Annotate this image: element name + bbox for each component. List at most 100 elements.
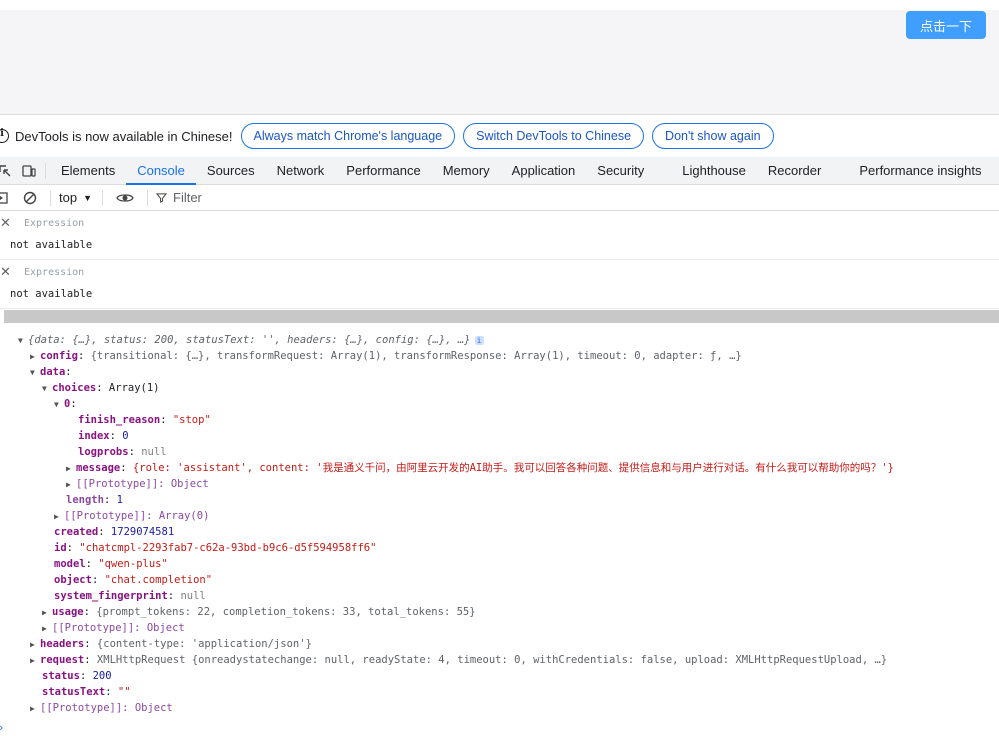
tab-performance-insights[interactable]: Performance insights xyxy=(848,157,992,184)
prop-value: {content-type: 'application/json'} xyxy=(96,638,312,650)
clear-console-icon[interactable] xyxy=(23,191,37,205)
console-prompt-icon[interactable]: › xyxy=(0,720,4,736)
infobar-message: DevTools is now available in Chinese! xyxy=(15,128,233,144)
tree-row-length: length: 1 xyxy=(66,494,123,506)
prop-key: length xyxy=(66,494,104,506)
prop-key: message xyxy=(76,462,121,474)
tree-row-prototype-array[interactable]: ▶ [[Prototype]]: Array(0) xyxy=(54,508,209,524)
info-badge-icon[interactable]: i xyxy=(474,336,484,345)
expand-triangle-icon[interactable]: ▶ xyxy=(66,477,76,493)
tab-network[interactable]: Network xyxy=(266,157,336,184)
tab-security[interactable]: Security xyxy=(586,157,655,184)
context-label: top xyxy=(59,190,78,205)
prototype-label: [[Prototype]]: Object xyxy=(40,702,173,714)
tree-row-index: index: 0 xyxy=(78,430,129,442)
tree-row-usage[interactable]: ▶ usage: {prompt_tokens: 22, completion_t… xyxy=(42,604,476,620)
prop-value: "qwen-plus" xyxy=(98,558,168,570)
tree-row-created: created: 1729074581 xyxy=(54,526,175,538)
tree-row-prototype-object[interactable]: ▶ [[Prototype]]: Object xyxy=(66,476,209,492)
context-selector[interactable]: top ▼ xyxy=(59,190,92,205)
prop-key: created xyxy=(54,526,99,538)
tree-row-choices[interactable]: ▼ choices: Array(1) xyxy=(42,380,160,396)
expand-triangle-icon[interactable]: ▶ xyxy=(42,621,52,637)
device-toolbar-icon[interactable] xyxy=(22,164,36,178)
prototype-label: [[Prototype]]: Array(0) xyxy=(64,510,210,522)
switch-to-chinese-button[interactable]: Switch DevTools to Chinese xyxy=(463,123,645,149)
prop-value: {prompt_tokens: 22, completion_tokens: 3… xyxy=(96,606,476,618)
tree-row-status-text: statusText: "" xyxy=(42,686,131,698)
prop-key: id xyxy=(54,542,67,554)
tree-row-status: status: 200 xyxy=(42,670,112,682)
expand-triangle-icon[interactable]: ▼ xyxy=(18,333,28,349)
tree-root-row[interactable]: ▼ {data: {…}, status: 200, statusText: ''… xyxy=(18,332,484,348)
resize-divider[interactable] xyxy=(4,310,999,323)
filter-placeholder: Filter xyxy=(173,190,202,205)
prop-value: "chatcmpl-2293fab7-c62a-93bd-b9c6-d5f594… xyxy=(79,542,377,554)
prop-key: index xyxy=(78,430,110,442)
prop-value: 0 xyxy=(122,430,129,442)
prop-value: "stop" xyxy=(172,414,211,426)
prop-key: config xyxy=(40,350,78,362)
prototype-label: [[Prototype]]: Object xyxy=(76,478,209,490)
tab-lighthouse[interactable]: Lighthouse xyxy=(671,157,757,184)
prop-key: logprobs xyxy=(78,446,129,458)
object-summary: {data: {…}, status: 200, statusText: '',… xyxy=(28,334,471,346)
toolbar-divider xyxy=(102,189,103,206)
console-toolbar: top ▼ Filter xyxy=(0,185,999,211)
expand-triangle-icon[interactable]: ▼ xyxy=(30,365,40,381)
prop-value: {role: 'assistant', content: '我是通义千问，由阿里… xyxy=(132,462,894,474)
expand-triangle-icon[interactable]: ▶ xyxy=(54,509,64,525)
filter-input[interactable]: Filter xyxy=(156,190,202,205)
tree-row-request[interactable]: ▶ request: XMLHttpRequest {onreadystatech… xyxy=(30,652,887,668)
expand-triangle-icon[interactable]: ▶ xyxy=(30,349,40,365)
expand-triangle-icon[interactable]: ▶ xyxy=(30,701,40,717)
tree-row-prototype-object[interactable]: ▶ [[Prototype]]: Object xyxy=(30,700,173,716)
prop-value: null xyxy=(180,590,206,602)
expand-triangle-icon[interactable]: ▶ xyxy=(30,653,40,669)
tree-row-config[interactable]: ▶ config: {transitional: {…}, transformRe… xyxy=(30,348,742,364)
tree-row-message[interactable]: ▶ message: {role: 'assistant', content: '… xyxy=(66,460,894,476)
tab-elements[interactable]: Elements xyxy=(50,157,126,184)
prop-value: "" xyxy=(117,686,131,698)
tab-recorder[interactable]: Recorder xyxy=(757,157,832,184)
toolbar-divider xyxy=(45,162,46,179)
live-expression-1: ✕ Expression not available xyxy=(0,211,999,260)
expression-input[interactable]: Expression xyxy=(24,267,84,278)
expression-input[interactable]: Expression xyxy=(24,218,84,229)
prop-key: finish_reason xyxy=(78,414,161,426)
prop-key: usage xyxy=(52,606,84,618)
expand-triangle-icon[interactable]: ▶ xyxy=(42,605,52,621)
click-button[interactable]: 点击一下 xyxy=(906,11,986,39)
close-icon[interactable]: ✕ xyxy=(0,215,11,231)
tree-row-prototype-object[interactable]: ▶ [[Prototype]]: Object xyxy=(42,620,185,636)
inspect-element-icon[interactable] xyxy=(0,164,12,178)
live-expression-eye-icon[interactable] xyxy=(116,191,134,205)
expand-triangle-icon[interactable]: ▼ xyxy=(54,397,64,413)
prop-key: object xyxy=(54,574,92,586)
expand-triangle-icon[interactable]: ▶ xyxy=(66,461,76,477)
tab-sources[interactable]: Sources xyxy=(196,157,266,184)
expand-triangle-icon[interactable]: ▶ xyxy=(30,637,40,653)
tab-console[interactable]: Console xyxy=(126,157,196,185)
devtools-language-infobar: DevTools is now available in Chinese! Al… xyxy=(0,115,999,157)
expand-triangle-icon[interactable]: ▼ xyxy=(42,381,52,397)
expression-value: not available xyxy=(10,239,93,251)
tab-application[interactable]: Application xyxy=(501,157,587,184)
prop-key: data xyxy=(40,366,66,378)
close-icon[interactable]: ✕ xyxy=(0,264,11,280)
toolbar-divider xyxy=(50,189,51,206)
page-top-strip xyxy=(0,0,999,10)
tree-row-headers[interactable]: ▶ headers: {content-type: 'application/js… xyxy=(30,636,312,652)
prop-value: null xyxy=(141,446,167,458)
tab-memory[interactable]: Memory xyxy=(432,157,501,184)
dont-show-again-button[interactable]: Don't show again xyxy=(652,123,774,149)
page-content-area: 点击一下 xyxy=(0,0,999,115)
tree-row-model: model: "qwen-plus" xyxy=(54,558,168,570)
toolbar-divider xyxy=(147,189,148,206)
tree-row-finish-reason: finish_reason: "stop" xyxy=(78,414,211,426)
tree-row-data[interactable]: ▼ data: xyxy=(30,364,72,380)
sidebar-toggle-icon[interactable] xyxy=(0,191,10,205)
always-match-language-button[interactable]: Always match Chrome's language xyxy=(240,123,456,149)
tab-performance[interactable]: Performance xyxy=(335,157,431,184)
tree-row-index-0[interactable]: ▼ 0: xyxy=(54,396,77,412)
